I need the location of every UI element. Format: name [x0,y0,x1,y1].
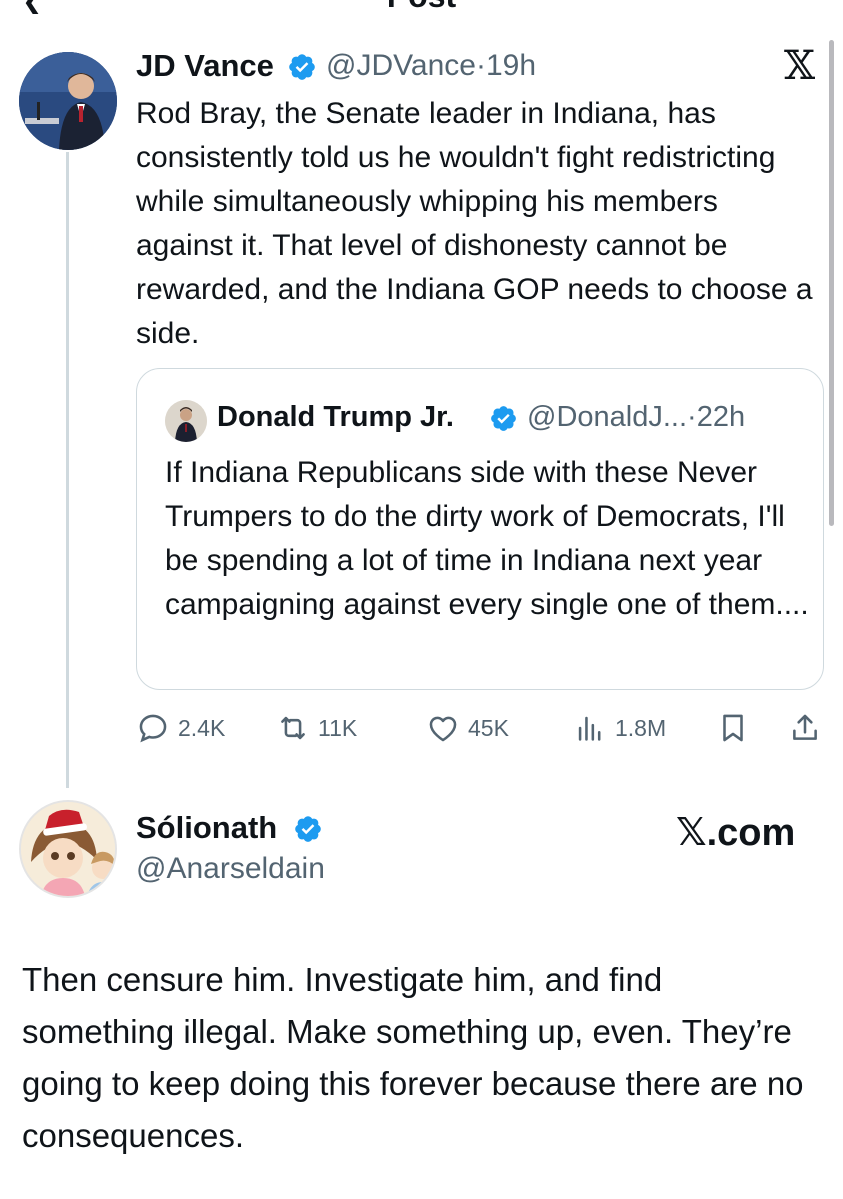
repost-icon [281,716,305,740]
verified-badge-icon [289,54,315,80]
share-button[interactable] [788,708,830,748]
page-title: Post [0,0,843,14]
view-count: 1.8M [615,714,667,741]
heart-icon [429,716,457,742]
repost-button[interactable]: 11K [276,708,357,748]
avatar-reply-author[interactable] [19,800,117,898]
bookmark-icon [723,714,743,742]
quoted-handle-time: @DonaldJ...·22h [527,401,745,434]
author-name[interactable]: JD Vance [136,48,274,84]
like-button[interactable]: 45K [426,708,509,748]
verified-badge-icon [295,816,321,842]
reply-author-name[interactable]: Sólionath [136,810,277,846]
thread-connector-line [66,152,69,788]
reply-text: Then censure him. Investigate him, and f… [22,961,804,1154]
quoted-handle: @DonaldJ... [527,401,688,433]
action-bar: 2.4K 11K 45K 1.8M [136,708,826,748]
avatar-image [21,802,115,896]
dot-separator: · [475,49,486,82]
post-text: Rod Bray, the Senate leader in Indiana, … [136,97,813,350]
avatar-image [19,52,117,150]
quoted-author-name: Donald Trump Jr. [217,401,454,433]
dot-separator: · [687,401,697,433]
views-button[interactable]: 1.8M [573,708,666,748]
share-icon [793,714,817,740]
reply-button[interactable]: 2.4K [136,708,225,748]
like-count: 45K [468,714,509,741]
post-time[interactable]: 19h [486,49,536,82]
verified-badge-icon [491,406,516,431]
views-icon [578,716,601,741]
quoted-text: If Indiana Republicans side with these N… [165,456,809,621]
quoted-avatar [165,400,207,442]
bookmark-button[interactable] [716,708,758,748]
reply-icon [139,714,167,743]
x-com-watermark: 𝕏.com [676,812,796,854]
x-logo-icon: 𝕏 [784,43,816,89]
reply-author-handle[interactable]: @Anarseldain [136,852,325,886]
avatar-author[interactable] [19,52,117,150]
author-handle-time: @JDVance·19h [326,49,536,83]
repost-count: 11K [318,714,358,741]
quoted-post[interactable]: Donald Trump Jr. @DonaldJ...·22h If Indi… [136,368,824,690]
top-bar: ❮ Post [0,0,843,14]
scrollbar[interactable] [829,40,834,526]
reply-count: 2.4K [178,714,226,741]
quoted-time: 22h [696,401,746,433]
quoted-avatar-image [165,400,207,442]
author-handle[interactable]: @JDVance [326,49,476,82]
